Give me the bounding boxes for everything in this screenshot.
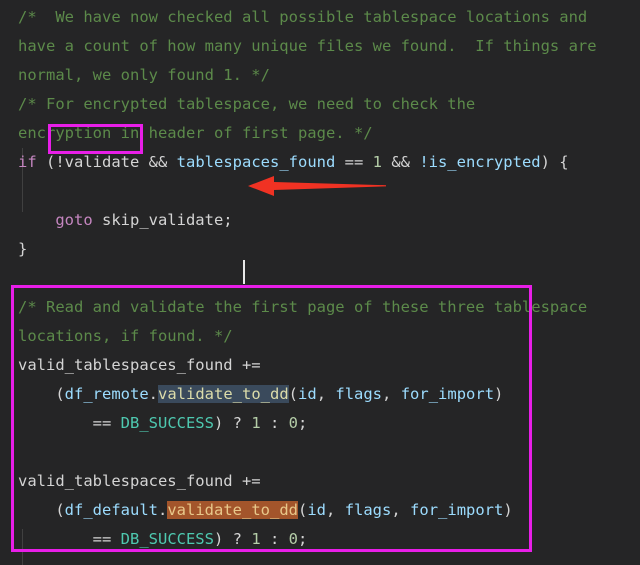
keyword-if: if <box>18 153 37 171</box>
code-line-close-brace[interactable]: } <box>0 235 640 264</box>
punct-args-close: ) <box>494 385 504 403</box>
punct-colon: : <box>260 530 289 548</box>
argument-id: id <box>307 501 327 519</box>
token-not-validate[interactable]: !validate <box>55 153 139 171</box>
code-line-blank[interactable] <box>0 554 640 565</box>
punct-comma: , <box>316 385 336 403</box>
punct-args-close: ) <box>503 501 513 519</box>
number-one: 1 <box>251 530 261 548</box>
identifier-valid-tablespaces-found: valid_tablespaces_found <box>18 472 233 490</box>
code-line[interactable]: /* We have now checked all possible tabl… <box>0 3 640 32</box>
operator-and-2: && <box>381 153 420 171</box>
code-content[interactable]: /* We have now checked all possible tabl… <box>0 3 640 565</box>
number-literal: 1 <box>372 153 382 171</box>
comment-token: /* We have now checked all possible tabl… <box>18 8 588 26</box>
code-editor[interactable]: /* We have now checked all possible tabl… <box>0 0 640 565</box>
number-one: 1 <box>251 414 261 432</box>
code-line-assign-remote[interactable]: valid_tablespaces_found += <box>0 351 640 380</box>
operator-equality-indent: == <box>18 414 121 432</box>
operator-equality: == <box>335 153 373 171</box>
operator-plus-equals: += <box>232 356 261 374</box>
code-line-blank[interactable] <box>0 438 640 467</box>
function-validate-to-dd-selected[interactable]: validate_to_dd <box>158 385 289 403</box>
identifier-is-encrypted: !is_encrypted <box>419 153 541 171</box>
punct-args-open: ( <box>288 385 299 403</box>
code-line[interactable]: /* Read and validate the first page of t… <box>0 293 640 322</box>
constant-db-success: DB_SUCCESS <box>120 530 214 548</box>
comment-token: /* Read and validate the first page of t… <box>18 298 588 316</box>
code-line-ternary-default[interactable]: == DB_SUCCESS) ? 1 : 0; <box>0 525 640 554</box>
text-caret <box>243 260 245 284</box>
code-line-call-remote[interactable]: (df_remote.validate_to_dd(id, flags, for… <box>0 380 640 409</box>
number-zero: 0 <box>288 530 298 548</box>
comment-token: locations, if found. */ <box>18 327 233 345</box>
punct-brace-close: } <box>18 240 28 258</box>
punct-indent-paren: ( <box>18 501 65 519</box>
identifier-df-default: df_default <box>64 501 158 519</box>
identifier-df-remote: df_remote <box>64 385 149 403</box>
keyword-goto: goto <box>55 211 93 229</box>
code-line[interactable]: have a count of how many unique files we… <box>0 32 640 61</box>
code-line-ternary-remote[interactable]: == DB_SUCCESS) ? 1 : 0; <box>0 409 640 438</box>
code-line-blank[interactable] <box>0 177 640 206</box>
punct-paren-close-brace: ) { <box>540 153 569 171</box>
argument-id: id <box>298 385 317 403</box>
constant-db-success: DB_SUCCESS <box>120 414 214 432</box>
function-validate-to-dd-match[interactable]: validate_to_dd <box>167 501 298 519</box>
code-line[interactable]: normal, we only found 1. */ <box>0 61 640 90</box>
argument-flags: flags <box>344 501 392 519</box>
operator-and-1: && <box>139 153 177 171</box>
code-line[interactable]: /* For encrypted tablespace, we need to … <box>0 90 640 119</box>
comment-token: encryption in header of first page. */ <box>18 124 373 142</box>
code-line-assign-default[interactable]: valid_tablespaces_found += <box>0 467 640 496</box>
punct-ternary: ) ? <box>213 530 252 548</box>
number-zero: 0 <box>288 414 298 432</box>
comment-token: have a count of how many unique files we… <box>18 37 597 55</box>
punct-comma: , <box>382 385 401 403</box>
punct-colon: : <box>260 414 289 432</box>
code-line[interactable]: locations, if found. */ <box>0 322 640 351</box>
argument-for-import: for_import <box>400 385 495 403</box>
operator-plus-equals: += <box>232 472 261 490</box>
comment-token: /* For encrypted tablespace, we need to … <box>18 95 476 113</box>
punct-args-open: ( <box>298 501 308 519</box>
punct-ternary: ) ? <box>213 414 252 432</box>
identifier-valid-tablespaces-found: valid_tablespaces_found <box>18 356 233 374</box>
punct-semicolon: ; <box>298 530 308 548</box>
punct-indent-paren: ( <box>18 385 65 403</box>
punct-comma: , <box>326 501 345 519</box>
label-skip-validate: skip_validate; <box>92 211 233 229</box>
punct-paren-open: ( <box>36 153 56 171</box>
punct-comma: , <box>391 501 411 519</box>
operator-equality-indent: == <box>18 530 121 548</box>
code-line-call-default[interactable]: (df_default.validate_to_dd(id, flags, fo… <box>0 496 640 525</box>
argument-for-import: for_import <box>410 501 504 519</box>
argument-flags: flags <box>335 385 383 403</box>
punct-dot: . <box>158 501 168 519</box>
code-line-blank[interactable] <box>0 264 640 293</box>
comment-token: normal, we only found 1. */ <box>18 66 270 84</box>
identifier-tablespaces-found: tablespaces_found <box>176 153 336 171</box>
punct-semicolon: ; <box>298 414 308 432</box>
code-line[interactable]: encryption in header of first page. */ <box>0 119 640 148</box>
punct-dot: . <box>148 385 159 403</box>
code-line-goto[interactable]: goto skip_validate; <box>0 206 640 235</box>
code-line-if-condition[interactable]: if (!validate && tablespaces_found == 1 … <box>0 148 640 177</box>
